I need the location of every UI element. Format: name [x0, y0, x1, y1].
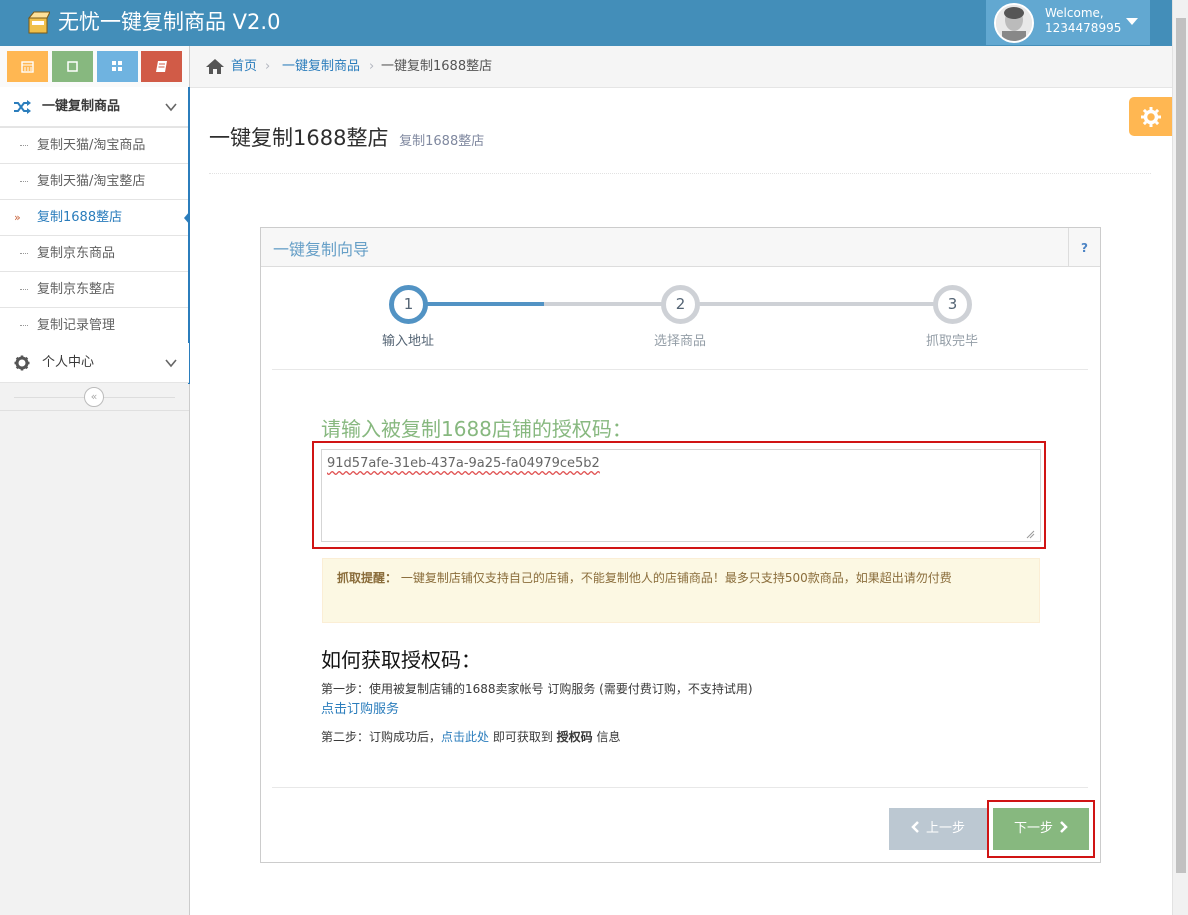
sidebar-item-label: 复制京东商品 [37, 246, 116, 261]
step-1-label: 输入地址 [381, 334, 434, 349]
chevron-down-icon [165, 103, 177, 112]
sidebar-item-copy-records[interactable]: 复制记录管理 [0, 307, 189, 343]
sidebar-item-label: 复制天猫/淘宝整店 [37, 174, 146, 189]
sidebar-item-label: 复制京东整店 [37, 282, 116, 297]
double-angle-right-icon: » [14, 211, 21, 224]
sidebar-item-copy-1688-store[interactable]: » 复制1688整店 [0, 199, 190, 235]
alert-text: 一键复制店铺仅支持自己的店铺，不能复制他人的店铺商品！最多只支持500款商品，如… [400, 571, 952, 585]
nav-group-label: 一键复制商品 [42, 99, 121, 114]
submenu-copy-products: 复制天猫/淘宝商品 复制天猫/淘宝整店 » 复制1688整店 复制京东商品 复制… [0, 127, 190, 343]
wizard-widget: 一键复制向导 ? 1 2 3 输入地址 选择商品 抓取完毕 请输入被复制1688… [260, 227, 1101, 863]
next-button-highlight: 下一步 [987, 800, 1095, 858]
page-subtitle: 复制1688整店 [399, 134, 485, 149]
next-step-button[interactable]: 下一步 [993, 808, 1089, 850]
gear-icon [14, 355, 30, 371]
auth-code-prompt: 请输入被复制1688店铺的授权码： [321, 417, 632, 441]
warning-alert: 抓取提醒： 一键复制店铺仅支持自己的店铺，不能复制他人的店铺商品！最多只支持50… [322, 558, 1040, 623]
subscribe-service-link[interactable]: 点击订购服务 [321, 698, 399, 717]
nav-group-copy-products[interactable]: 一键复制商品 [0, 87, 189, 127]
book-icon [156, 61, 167, 72]
box-logo-icon [27, 11, 50, 34]
breadcrumb-separator-icon: › [265, 59, 271, 74]
active-group-bar [188, 87, 190, 384]
shortcut-calendar-button[interactable] [7, 51, 48, 82]
help-button[interactable]: ? [1068, 228, 1100, 267]
shuffle-icon [14, 100, 31, 114]
user-id: 1234478995 [1045, 21, 1122, 35]
chevron-down-icon [165, 359, 177, 368]
how-to-title: 如何获取授权码： [321, 648, 481, 672]
prev-step-button[interactable]: 上一步 [889, 808, 987, 850]
avatar [994, 3, 1034, 43]
sidebar-item-label: 复制天猫/淘宝商品 [37, 138, 146, 153]
page-title-text: 一键复制1688整店 [209, 126, 389, 150]
breadcrumb-separator-icon: › [369, 59, 375, 74]
sidebar: 一键复制商品 复制天猫/淘宝商品 复制天猫/淘宝整店 » 复制1688整店 复制… [0, 46, 190, 915]
auth-code-term: 授权码 [556, 730, 593, 744]
grid-icon [112, 61, 122, 71]
step-3-label: 抓取完毕 [925, 334, 978, 349]
shortcut-book-button[interactable] [141, 51, 182, 82]
gear-icon [1141, 107, 1161, 127]
chevron-right-icon [1060, 821, 1068, 833]
page-title: 一键复制1688整店 复制1688整店 [209, 123, 484, 157]
next-step-label: 下一步 [1013, 821, 1053, 836]
step-3-circle: 3 [933, 285, 972, 324]
step-1-circle: 1 [389, 285, 428, 324]
settings-button[interactable] [1129, 97, 1172, 136]
divider [209, 173, 1151, 174]
sidebar-shortcuts [0, 46, 189, 88]
user-menu[interactable]: Welcome, 1234478995 [986, 0, 1150, 45]
breadcrumb: 首页 › 一键复制商品 › 一键复制1688整店 [190, 46, 1172, 88]
get-code-link[interactable]: 点击此处 [441, 730, 489, 744]
how-step-2: 第二步：订购成功后，点击此处 即可获取到 授权码 信息 [321, 728, 621, 745]
how-step-2-prefix: 第二步：订购成功后， [321, 730, 442, 744]
nav-group-personal-center[interactable]: 个人中心 [0, 343, 189, 383]
scrollbar-thumb[interactable] [1176, 18, 1186, 873]
widget-header: 一键复制向导 ? [261, 228, 1100, 267]
breadcrumb-current: 一键复制1688整店 [381, 59, 493, 74]
sidebar-item-copy-tmall-store[interactable]: 复制天猫/淘宝整店 [0, 163, 189, 199]
sidebar-item-copy-tmall-product[interactable]: 复制天猫/淘宝商品 [0, 127, 189, 163]
user-info: Welcome, 1234478995 [1045, 6, 1121, 36]
how-step-2-suffix: 信息 [592, 730, 621, 744]
app-title[interactable]: 无忧一键复制商品 V2.0 [58, 8, 280, 36]
widget-title: 一键复制向导 [273, 240, 370, 259]
sidebar-item-label: 复制记录管理 [37, 318, 116, 333]
sidebar-item-copy-jd-store[interactable]: 复制京东整店 [0, 271, 189, 307]
sidebar-item-copy-jd-product[interactable]: 复制京东商品 [0, 235, 189, 271]
auth-code-value: 91d57afe-31eb-437a-9a25-fa04979ce5b2 [327, 456, 600, 471]
resize-handle-icon[interactable] [1026, 530, 1035, 539]
prev-step-label: 上一步 [925, 821, 965, 836]
step-2-circle: 2 [661, 285, 700, 324]
alert-label: 抓取提醒： [337, 571, 398, 585]
divider [272, 369, 1088, 370]
welcome-text: Welcome, [1045, 6, 1104, 20]
breadcrumb-home-link[interactable]: 首页 [231, 46, 257, 88]
page-scrollbar[interactable] [1172, 0, 1188, 915]
nav-group-label: 个人中心 [42, 355, 95, 370]
step-progress-done [408, 302, 544, 306]
calendar-icon [21, 61, 34, 73]
step-2-label: 选择商品 [653, 334, 706, 349]
shortcut-grid-button[interactable] [97, 51, 138, 82]
navbar: 无忧一键复制商品 V2.0 Welcome, 1234478995 [0, 0, 1172, 46]
how-step-2-mid: 即可获取到 [489, 730, 557, 744]
auth-code-highlight: 91d57afe-31eb-437a-9a25-fa04979ce5b2 [312, 441, 1046, 549]
breadcrumb-section-link[interactable]: 一键复制商品 [282, 46, 360, 88]
how-step-1: 第一步：使用被复制店铺的1688卖家帐号 订购服务 (需要付费订购，不支持试用) [321, 682, 753, 696]
sidebar-collapse: « [0, 384, 189, 411]
square-icon [67, 61, 78, 72]
sidebar-item-label: 复制1688整店 [37, 210, 123, 225]
double-angle-left-icon[interactable]: « [84, 387, 104, 407]
step-progress-remaining [544, 302, 948, 306]
caret-down-icon [1126, 18, 1138, 25]
divider [272, 787, 1088, 788]
chevron-left-icon [911, 821, 919, 833]
shortcut-square-button[interactable] [52, 51, 93, 82]
home-icon [206, 59, 224, 74]
